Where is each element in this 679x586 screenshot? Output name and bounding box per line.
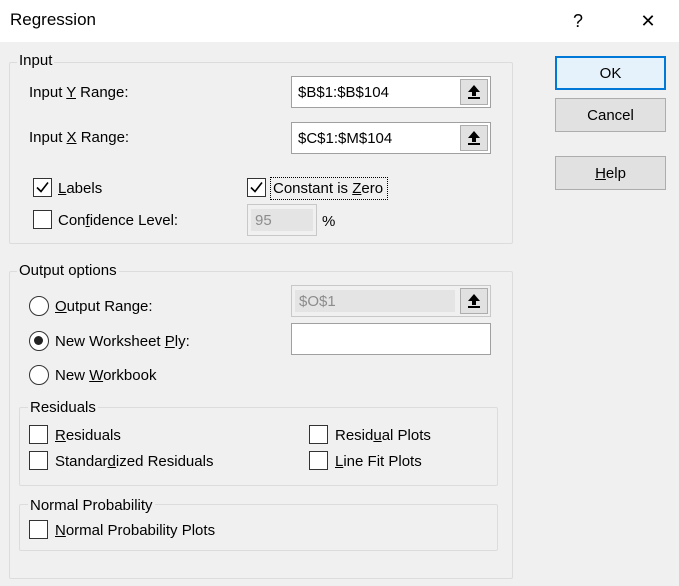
confidence-level-checkbox[interactable]: [33, 210, 52, 229]
output-range-radio[interactable]: [29, 296, 49, 316]
normal-probability-plots-label[interactable]: Normal Probability Plots: [55, 522, 215, 539]
input-group-label: Input: [17, 52, 55, 69]
residual-plots-label[interactable]: Residual Plots: [335, 427, 431, 444]
constant-zero-label[interactable]: Constant is Zero: [273, 180, 383, 197]
range-picker-icon: [460, 288, 488, 314]
checkmark-icon: [36, 182, 49, 193]
labels-checkbox-label[interactable]: Labels: [58, 180, 102, 197]
input-x-range-label: Input X Range:: [29, 129, 130, 146]
labels-checkbox[interactable]: [33, 178, 52, 197]
help-icon[interactable]: ?: [555, 0, 601, 42]
normal-probability-group-label: Normal Probability: [28, 497, 155, 514]
ok-button[interactable]: OK: [555, 56, 666, 90]
new-worksheet-radio[interactable]: [29, 331, 49, 351]
new-workbook-label[interactable]: New Workbook: [55, 367, 156, 384]
confidence-level-field: 95: [247, 204, 317, 236]
confidence-level-label[interactable]: Confidence Level:: [58, 212, 178, 229]
line-fit-plots-checkbox[interactable]: [309, 451, 328, 470]
input-x-range-field[interactable]: $C$1:$M$104: [291, 122, 491, 154]
confidence-level-value: 95: [251, 209, 313, 231]
input-x-range-value[interactable]: $C$1:$M$104: [292, 130, 458, 147]
output-range-field: $O$1: [291, 285, 491, 317]
standardized-residuals-label[interactable]: Standardized Residuals: [55, 453, 213, 470]
output-range-label[interactable]: Output Range:: [55, 298, 153, 315]
residuals-label[interactable]: Residuals: [55, 427, 121, 444]
range-picker-icon[interactable]: [460, 125, 488, 151]
checkmark-icon: [250, 182, 263, 193]
new-workbook-radio[interactable]: [29, 365, 49, 385]
standardized-residuals-checkbox[interactable]: [29, 451, 48, 470]
residuals-group: [19, 407, 498, 486]
dialog-title: Regression: [10, 10, 96, 29]
normal-probability-plots-checkbox[interactable]: [29, 520, 48, 539]
new-worksheet-label[interactable]: New Worksheet Ply:: [55, 333, 190, 350]
input-y-range-value[interactable]: $B$1:$B$104: [292, 84, 458, 101]
constant-zero-checkbox[interactable]: [247, 178, 266, 197]
title-bar: Regression ? ✕: [0, 0, 679, 42]
cancel-button[interactable]: Cancel: [555, 98, 666, 132]
new-worksheet-field[interactable]: [291, 323, 491, 355]
output-range-value: $O$1: [295, 290, 455, 312]
radio-selected-dot: [34, 336, 43, 345]
residuals-checkbox[interactable]: [29, 425, 48, 444]
output-options-label: Output options: [17, 262, 119, 279]
residual-plots-checkbox[interactable]: [309, 425, 328, 444]
input-y-range-label: Input Y Range:: [29, 84, 129, 101]
input-y-range-field[interactable]: $B$1:$B$104: [291, 76, 491, 108]
residuals-group-label: Residuals: [28, 399, 98, 416]
percent-unit: %: [322, 213, 336, 230]
range-picker-icon[interactable]: [460, 79, 488, 105]
line-fit-plots-label[interactable]: Line Fit Plots: [335, 453, 422, 470]
help-button[interactable]: Help: [555, 156, 666, 190]
close-icon[interactable]: ✕: [625, 0, 671, 42]
